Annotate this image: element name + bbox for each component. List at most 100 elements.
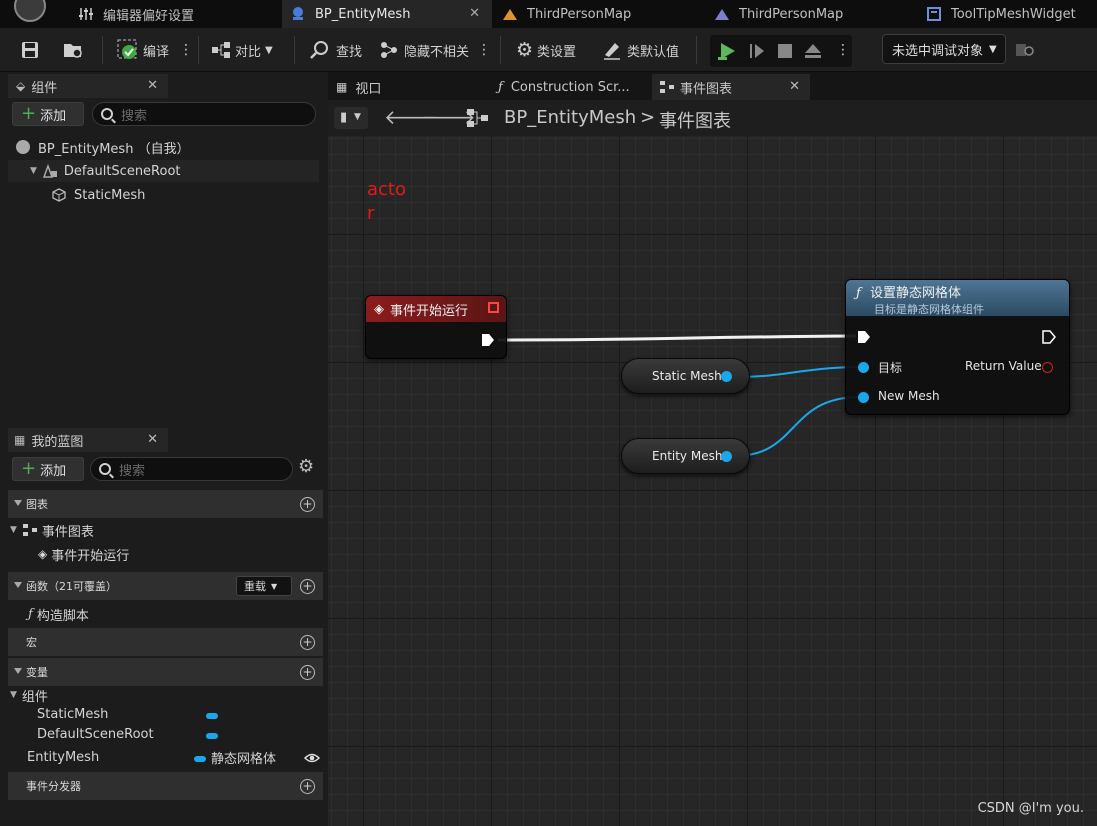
graph-tab-bar: ▦ 视口 ƒ Construction Scr... 事件图表 ✕ [328, 72, 1097, 100]
toolbar-separator [500, 36, 501, 64]
section-label: 图表 [26, 498, 48, 511]
tree-item-begin-play[interactable]: ◈ 事件开始运行 [38, 543, 129, 565]
section-functions[interactable]: 函数（21可覆盖） 重载 ▼ + [8, 572, 323, 600]
new-mesh-pin[interactable] [858, 392, 869, 403]
event-graph-icon [660, 81, 674, 93]
override-dropdown[interactable]: 重载 ▼ [236, 576, 292, 596]
tree-item-staticmesh[interactable]: StaticMesh [52, 184, 145, 206]
add-variable-icon[interactable]: + [300, 665, 315, 680]
graph-canvas[interactable]: actor ◈ 事件开始运行 ƒ 设置静态网格体 目标是静态网格体组件 目标 R… [328, 136, 1097, 826]
collapse-arrow-icon [14, 582, 22, 588]
tab-thirdpersonmap-1[interactable]: ThirdPersonMap [494, 0, 704, 28]
tree-item-defaultsceneroot[interactable]: ▼ DefaultSceneRoot [8, 160, 319, 182]
expand-arrow-icon: ▼ [30, 166, 37, 176]
get-static-mesh-node[interactable]: Static Mesh [621, 358, 750, 394]
tree-item-label: DefaultSceneRoot [63, 163, 181, 179]
tab-label: 事件图表 [680, 81, 733, 97]
close-icon[interactable]: ✕ [147, 432, 158, 447]
close-icon[interactable]: ✕ [789, 79, 800, 94]
chevron-down-icon: ▼ [354, 112, 361, 122]
tab-thirdpersonmap-2[interactable]: ThirdPersonMap [706, 0, 916, 28]
tab-construction-script[interactable]: ƒ Construction Scr... [490, 74, 650, 100]
event-beginplay-node[interactable]: ◈ 事件开始运行 [365, 295, 507, 359]
diff-button[interactable]: 对比 ▼ [211, 28, 273, 72]
find-label: 查找 [336, 44, 363, 60]
add-member-button[interactable]: + 添加 [12, 457, 84, 481]
find-button[interactable]: 查找 [310, 28, 362, 72]
bookmark-dropdown[interactable]: ▮ ▼ [334, 107, 368, 129]
tab-tooltipmeshwidget[interactable]: ToolTipMeshWidget [918, 0, 1097, 28]
tree-item-event-graph[interactable]: ▼ 事件图表 [10, 519, 94, 541]
blueprint-search-input[interactable]: 搜索 [90, 457, 293, 481]
node-title: 设置静态网格体 [869, 286, 961, 301]
target-pin[interactable] [858, 362, 869, 373]
browse-icon[interactable] [62, 40, 84, 60]
my-blueprint-tab[interactable]: ▦ 我的蓝图 ✕ [8, 428, 168, 452]
exec-out-pin-icon[interactable] [481, 333, 495, 347]
var-output-pin[interactable] [721, 451, 732, 462]
add-macro-icon[interactable]: + [300, 635, 315, 650]
component-search-input[interactable]: 搜索 [92, 102, 316, 126]
return-value-pin[interactable] [1042, 362, 1053, 373]
class-settings-button[interactable]: ⚙ 类设置 [516, 28, 576, 72]
level-icon [503, 9, 517, 20]
pin-label-return: Return Value [965, 359, 1042, 373]
section-variables[interactable]: 变量 + [8, 658, 323, 686]
unreal-logo-icon[interactable] [14, 0, 46, 22]
set-static-mesh-node[interactable]: ƒ 设置静态网格体 目标是静态网格体组件 目标 Return Value New… [845, 279, 1070, 415]
graph-navigation-bar: ▮ ▼ 🡐 🡒 BP_EntityMesh > 事件图表 [328, 100, 1097, 136]
debug-object-select[interactable]: 未选中调试对象 ▼ [882, 34, 1006, 64]
more-options-icon[interactable]: ⋮ [477, 42, 491, 58]
var-output-pin[interactable] [721, 371, 732, 382]
save-icon[interactable] [20, 40, 40, 60]
tab-editor-preferences[interactable]: 编辑器偏好设置 [72, 0, 280, 28]
function-icon: ƒ [856, 286, 861, 301]
components-title: 组件 [31, 80, 58, 96]
exec-in-pin-icon[interactable] [857, 330, 871, 344]
variable-defaultsceneroot[interactable]: DefaultSceneRoot [37, 723, 154, 745]
variable-type-label[interactable]: 静态网格体 [211, 746, 276, 768]
tree-item-self[interactable]: BP_EntityMesh （自我） [16, 136, 190, 158]
section-event-dispatchers[interactable]: 事件分发器 + [8, 772, 323, 800]
level-icon [715, 9, 729, 20]
components-tab[interactable]: ⬙ 组件 ✕ [8, 74, 168, 98]
add-dispatcher-icon[interactable]: + [300, 779, 315, 794]
search-icon [310, 41, 328, 59]
target-wire [734, 366, 859, 378]
more-options-icon[interactable]: ⋮ [179, 42, 193, 58]
eject-icon[interactable] [804, 42, 822, 60]
tree-item-construction-script[interactable]: ƒ 构造脚本 [28, 603, 89, 625]
hide-unrelated-button[interactable]: 隐藏不相关 ⋮ [379, 28, 491, 72]
delegate-pin-icon[interactable] [488, 302, 499, 313]
close-icon[interactable]: ✕ [147, 78, 158, 93]
add-component-button[interactable]: + 添加 [12, 102, 84, 126]
step-icon[interactable] [748, 42, 766, 60]
get-entity-mesh-node[interactable]: Entity Mesh [621, 438, 750, 474]
variable-staticmesh[interactable]: StaticMesh [37, 703, 108, 725]
add-function-icon[interactable]: + [300, 579, 315, 594]
tree-item-label: StaticMesh [74, 187, 146, 203]
debug-find-icon[interactable] [1015, 41, 1035, 59]
toolbar-separator [102, 36, 103, 64]
settings-gear-icon[interactable]: ⚙ [298, 456, 314, 477]
pin-label-new-mesh: New Mesh [878, 389, 940, 403]
tab-bp-entitymesh[interactable]: BP_EntityMesh ✕ [282, 0, 492, 28]
section-macros[interactable]: 宏 + [8, 628, 323, 656]
close-icon[interactable]: ✕ [469, 6, 480, 21]
compile-button[interactable]: 编译 ⋮ [117, 28, 193, 72]
breadcrumb-root[interactable]: BP_EntityMesh [504, 107, 636, 128]
tab-viewport[interactable]: ▦ 视口 [328, 74, 488, 100]
widget-icon [927, 7, 941, 21]
class-defaults-button[interactable]: 类默认值 [602, 28, 679, 72]
stop-icon[interactable] [776, 42, 794, 60]
exec-out-pin-icon[interactable] [1042, 330, 1056, 344]
tab-event-graph[interactable]: 事件图表 ✕ [652, 74, 810, 100]
add-label: 添加 [40, 463, 67, 479]
play-icon[interactable] [716, 40, 738, 62]
eye-icon[interactable] [304, 753, 320, 763]
add-graph-icon[interactable]: + [300, 497, 315, 512]
more-options-icon[interactable]: ⋮ [836, 42, 850, 58]
event-graph-icon [467, 109, 488, 127]
section-graphs[interactable]: 图表 + [8, 490, 323, 518]
variable-entitymesh[interactable]: EntityMesh [27, 746, 99, 768]
